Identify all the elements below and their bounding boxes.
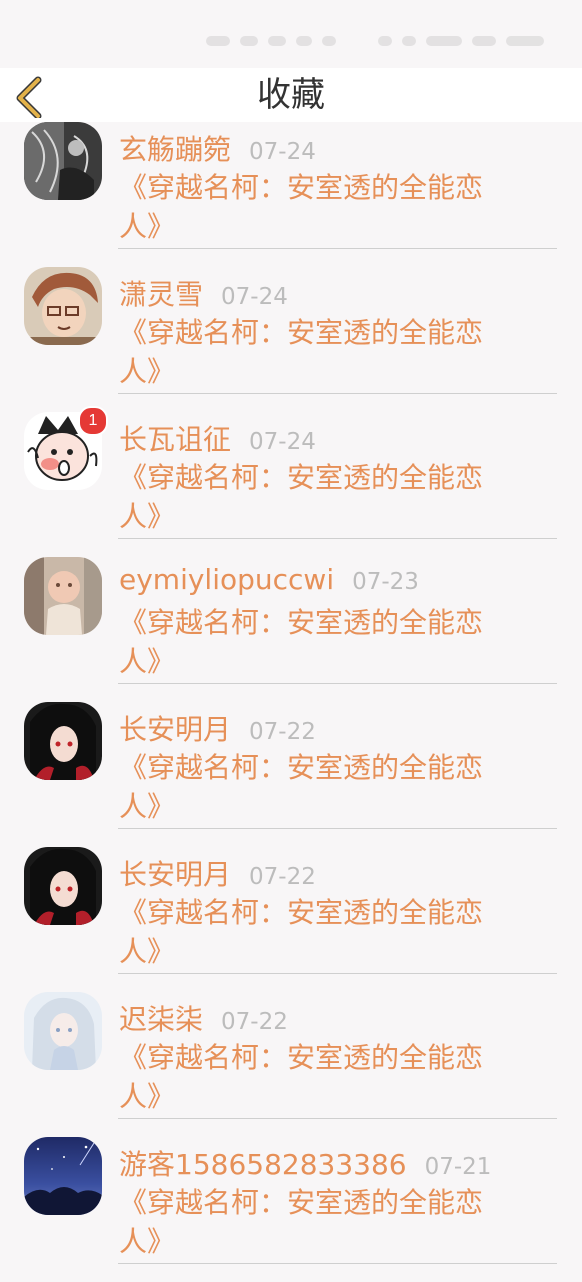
book-title[interactable]: 《穿越名柯：安室透的全能恋人》 <box>119 1038 519 1116</box>
avatar[interactable] <box>24 557 102 635</box>
status-icons-right <box>378 28 544 54</box>
item-header: eymiyliopuccwi 07-23 <box>119 563 419 603</box>
item-header: 迟柒柒 07-22 <box>119 998 288 1038</box>
list-item[interactable]: eymiyliopuccwi 07-23 《穿越名柯：安室透的全能恋人》 <box>0 557 582 702</box>
list-item[interactable]: 长安明月 07-22 《穿越名柯：安室透的全能恋人》 <box>0 847 582 992</box>
book-title[interactable]: 《穿越名柯：安室透的全能恋人》 <box>119 748 519 826</box>
book-title[interactable]: 《穿越名柯：安室透的全能恋人》 <box>119 893 519 971</box>
user-name[interactable]: 玄觞蹦箢 <box>119 128 231 168</box>
item-header: 游客1586582833386 07-21 <box>119 1143 491 1183</box>
divider <box>118 973 557 974</box>
notification-badge: 1 <box>78 406 108 436</box>
list-item[interactable]: 玄觞蹦箢 07-24 《穿越名柯：安室透的全能恋人》 <box>0 122 582 267</box>
divider <box>118 1118 557 1119</box>
divider <box>118 683 557 684</box>
favorites-list: 玄觞蹦箢 07-24 《穿越名柯：安室透的全能恋人》 潇灵雪 07-24 《穿越… <box>0 122 582 1282</box>
book-title[interactable]: 《穿越名柯：安室透的全能恋人》 <box>119 458 519 536</box>
divider <box>118 248 557 249</box>
list-item[interactable]: 迟柒柒 07-22 《穿越名柯：安室透的全能恋人》 <box>0 992 582 1137</box>
list-item[interactable]: 游客1586582833386 07-21 《穿越名柯：安室透的全能恋人》 <box>0 1137 582 1282</box>
item-date: 07-22 <box>221 1009 288 1035</box>
list-item[interactable]: 潇灵雪 07-24 《穿越名柯：安室透的全能恋人》 <box>0 267 582 412</box>
book-title[interactable]: 《穿越名柯：安室透的全能恋人》 <box>119 603 519 681</box>
book-title[interactable]: 《穿越名柯：安室透的全能恋人》 <box>119 313 519 391</box>
item-date: 07-22 <box>249 864 316 890</box>
divider <box>118 393 557 394</box>
divider <box>118 828 557 829</box>
item-header: 长瓦诅征 07-24 <box>119 418 316 458</box>
item-date: 07-24 <box>249 139 316 165</box>
user-name[interactable]: 长瓦诅征 <box>119 418 231 458</box>
avatar[interactable] <box>24 992 102 1070</box>
user-name[interactable]: 迟柒柒 <box>119 998 203 1038</box>
user-name[interactable]: 游客1586582833386 <box>119 1143 407 1183</box>
item-header: 长安明月 07-22 <box>119 708 316 748</box>
item-date: 07-22 <box>249 719 316 745</box>
list-item[interactable]: 1 长瓦诅征 07-24 《穿越名柯：安室透的全能恋人》 <box>0 406 582 557</box>
divider <box>118 1263 557 1264</box>
book-title[interactable]: 《穿越名柯：安室透的全能恋人》 <box>119 1183 519 1261</box>
user-name[interactable]: 长安明月 <box>119 853 231 893</box>
divider <box>118 538 557 539</box>
avatar[interactable] <box>24 847 102 925</box>
item-date: 07-24 <box>221 284 288 310</box>
book-title[interactable]: 《穿越名柯：安室透的全能恋人》 <box>119 168 519 246</box>
item-header: 玄觞蹦箢 07-24 <box>119 128 316 168</box>
user-name[interactable]: 潇灵雪 <box>119 273 203 313</box>
avatar[interactable] <box>24 267 102 345</box>
avatar[interactable] <box>24 1137 102 1215</box>
item-date: 07-23 <box>352 569 419 595</box>
user-name[interactable]: eymiyliopuccwi <box>119 563 334 596</box>
status-icons-left <box>206 28 336 54</box>
item-date: 07-24 <box>249 429 316 455</box>
item-date: 07-21 <box>424 1154 492 1180</box>
item-header: 潇灵雪 07-24 <box>119 273 288 313</box>
avatar[interactable] <box>24 702 102 780</box>
page-title: 收藏 <box>257 75 325 115</box>
status-bar <box>0 0 582 68</box>
list-item[interactable]: 长安明月 07-22 《穿越名柯：安室透的全能恋人》 <box>0 702 582 847</box>
item-header: 长安明月 07-22 <box>119 853 316 893</box>
avatar[interactable] <box>24 122 102 200</box>
badge-count: 1 <box>88 412 98 429</box>
user-name[interactable]: 长安明月 <box>119 708 231 748</box>
header-bar: 收藏 <box>0 68 582 122</box>
